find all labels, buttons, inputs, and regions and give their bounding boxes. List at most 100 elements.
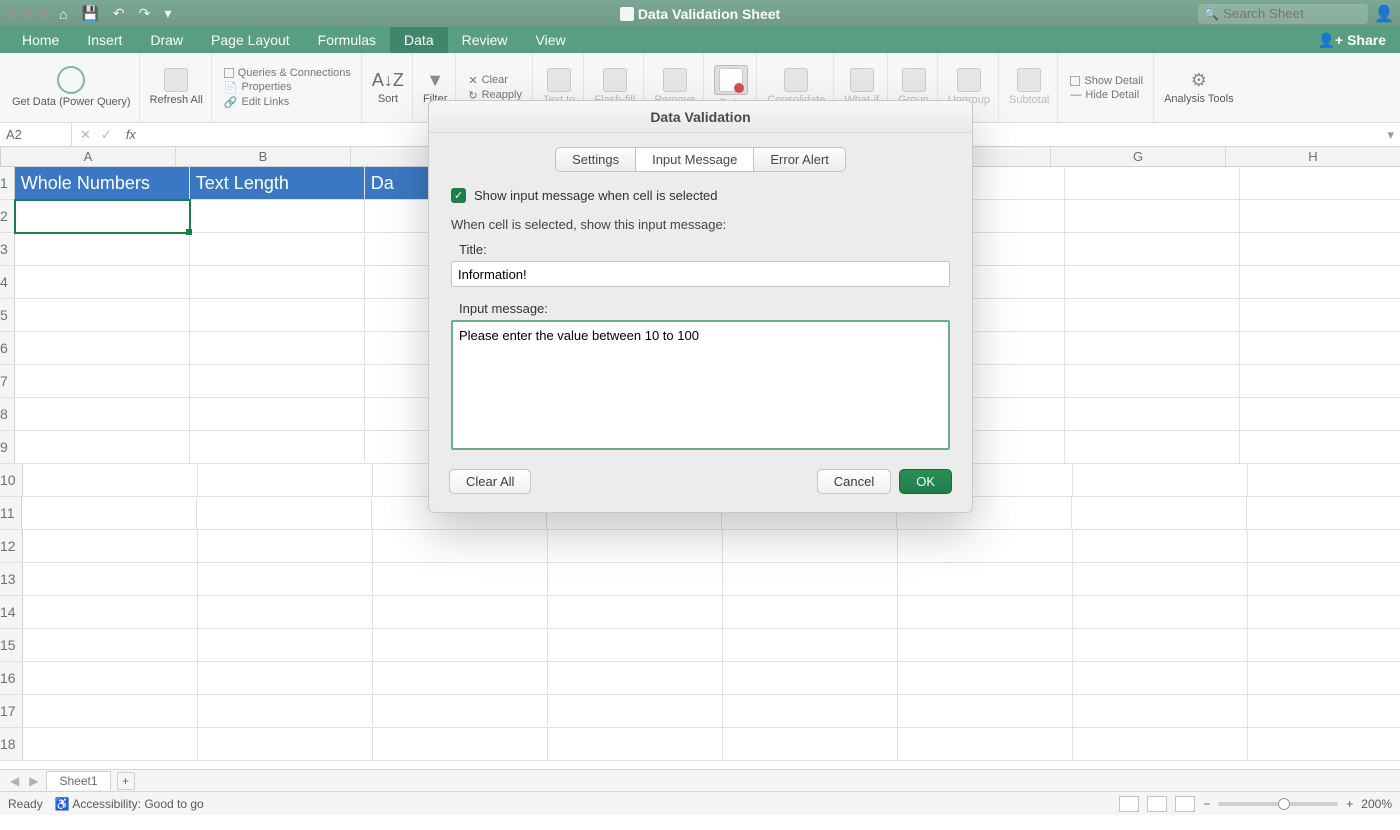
cancel-formula-icon[interactable]: ✕ [80, 127, 91, 143]
sheet-tab-sheet1[interactable]: Sheet1 [46, 771, 110, 790]
col-header[interactable]: A [1, 147, 176, 166]
tab-data[interactable]: Data [390, 27, 448, 53]
cell[interactable] [723, 629, 898, 662]
cell[interactable] [1073, 662, 1248, 695]
sheet-nav-prev-icon[interactable]: ◀ [8, 774, 21, 788]
cell[interactable] [198, 464, 373, 497]
cell[interactable] [190, 398, 365, 431]
tab-insert[interactable]: Insert [73, 27, 136, 53]
row-header[interactable]: 16 [0, 662, 23, 695]
cell[interactable] [23, 563, 198, 596]
cell[interactable] [548, 596, 723, 629]
cell[interactable] [548, 695, 723, 728]
row-header[interactable]: 1 [0, 167, 15, 200]
cell[interactable] [15, 398, 190, 431]
cell[interactable] [198, 563, 373, 596]
cell[interactable] [198, 728, 373, 761]
cell[interactable] [1240, 266, 1400, 299]
cell[interactable] [373, 530, 548, 563]
cell[interactable] [1073, 563, 1248, 596]
row-header[interactable]: 5 [0, 299, 15, 332]
accessibility-status[interactable]: ♿ Accessibility: Good to go [55, 797, 204, 811]
save-icon[interactable]: 💾 [81, 5, 98, 22]
cell[interactable] [1240, 167, 1400, 200]
row-header[interactable]: 18 [0, 728, 23, 761]
cell[interactable] [1065, 398, 1240, 431]
cell[interactable] [723, 563, 898, 596]
cell[interactable] [548, 530, 723, 563]
cell[interactable] [1240, 200, 1400, 233]
cell[interactable] [1065, 167, 1240, 200]
tab-page-layout[interactable]: Page Layout [197, 27, 304, 53]
cell[interactable] [548, 563, 723, 596]
cell[interactable] [15, 200, 190, 233]
cell[interactable] [548, 629, 723, 662]
col-header[interactable]: H [1226, 147, 1400, 166]
row-header[interactable]: 3 [0, 233, 15, 266]
zoom-out-button[interactable]: − [1203, 797, 1210, 811]
row-header[interactable]: 2 [0, 200, 15, 233]
cell[interactable] [190, 266, 365, 299]
dialog-tab-settings[interactable]: Settings [556, 148, 636, 171]
cell[interactable]: Text Length [190, 167, 365, 200]
cell[interactable] [197, 497, 372, 530]
cell[interactable] [373, 629, 548, 662]
zoom-in-button[interactable]: + [1346, 797, 1353, 811]
cell[interactable] [373, 695, 548, 728]
sheet-nav-next-icon[interactable]: ▶ [27, 774, 40, 788]
cell[interactable] [723, 728, 898, 761]
cell[interactable] [1248, 629, 1400, 662]
cell[interactable] [1073, 728, 1248, 761]
share-button[interactable]: 👤+ Share [1303, 27, 1400, 53]
row-header[interactable]: 7 [0, 365, 15, 398]
view-page-layout-icon[interactable] [1147, 796, 1167, 812]
cell[interactable] [23, 629, 198, 662]
tab-formulas[interactable]: Formulas [304, 27, 390, 53]
cell[interactable] [1065, 431, 1240, 464]
cell[interactable] [373, 596, 548, 629]
cell[interactable] [1248, 563, 1400, 596]
cell[interactable] [23, 530, 198, 563]
cell[interactable] [1248, 728, 1400, 761]
cell[interactable] [1065, 332, 1240, 365]
cell[interactable] [1073, 695, 1248, 728]
cell[interactable] [15, 233, 190, 266]
cell[interactable] [15, 332, 190, 365]
get-data-button[interactable]: Get Data (Power Query) [4, 53, 140, 122]
zoom-slider[interactable] [1218, 802, 1338, 806]
cell[interactable] [198, 629, 373, 662]
cell[interactable] [1248, 530, 1400, 563]
search-sheet[interactable]: 🔍 [1198, 4, 1368, 24]
view-page-break-icon[interactable] [1175, 796, 1195, 812]
row-header[interactable]: 12 [0, 530, 23, 563]
clear-all-button[interactable]: Clear All [449, 469, 531, 494]
cell[interactable] [1065, 200, 1240, 233]
col-header[interactable]: B [176, 147, 351, 166]
add-sheet-button[interactable]: + [117, 772, 135, 790]
row-header[interactable]: 6 [0, 332, 15, 365]
search-input[interactable] [1223, 6, 1362, 21]
cell[interactable] [898, 695, 1073, 728]
quick-access-toolbar[interactable]: ⌂ 💾 ↶ ↷ ▾ [59, 5, 171, 22]
cell[interactable] [23, 695, 198, 728]
cell[interactable] [15, 299, 190, 332]
cell[interactable] [373, 662, 548, 695]
cell[interactable] [1073, 629, 1248, 662]
cell[interactable] [190, 365, 365, 398]
cancel-button[interactable]: Cancel [817, 469, 891, 494]
cell[interactable] [190, 233, 365, 266]
cell[interactable] [23, 728, 198, 761]
cell[interactable] [1248, 662, 1400, 695]
zoom-level[interactable]: 200% [1361, 797, 1392, 811]
cell[interactable] [15, 266, 190, 299]
cell[interactable] [190, 332, 365, 365]
cell[interactable] [898, 629, 1073, 662]
cell[interactable] [15, 431, 190, 464]
view-normal-icon[interactable] [1119, 796, 1139, 812]
formula-expand-icon[interactable]: ▾ [1381, 127, 1400, 143]
name-box[interactable]: A2 [0, 123, 72, 146]
cell[interactable] [1240, 431, 1400, 464]
col-header[interactable]: G [1051, 147, 1226, 166]
cell[interactable] [373, 728, 548, 761]
cell[interactable] [373, 563, 548, 596]
